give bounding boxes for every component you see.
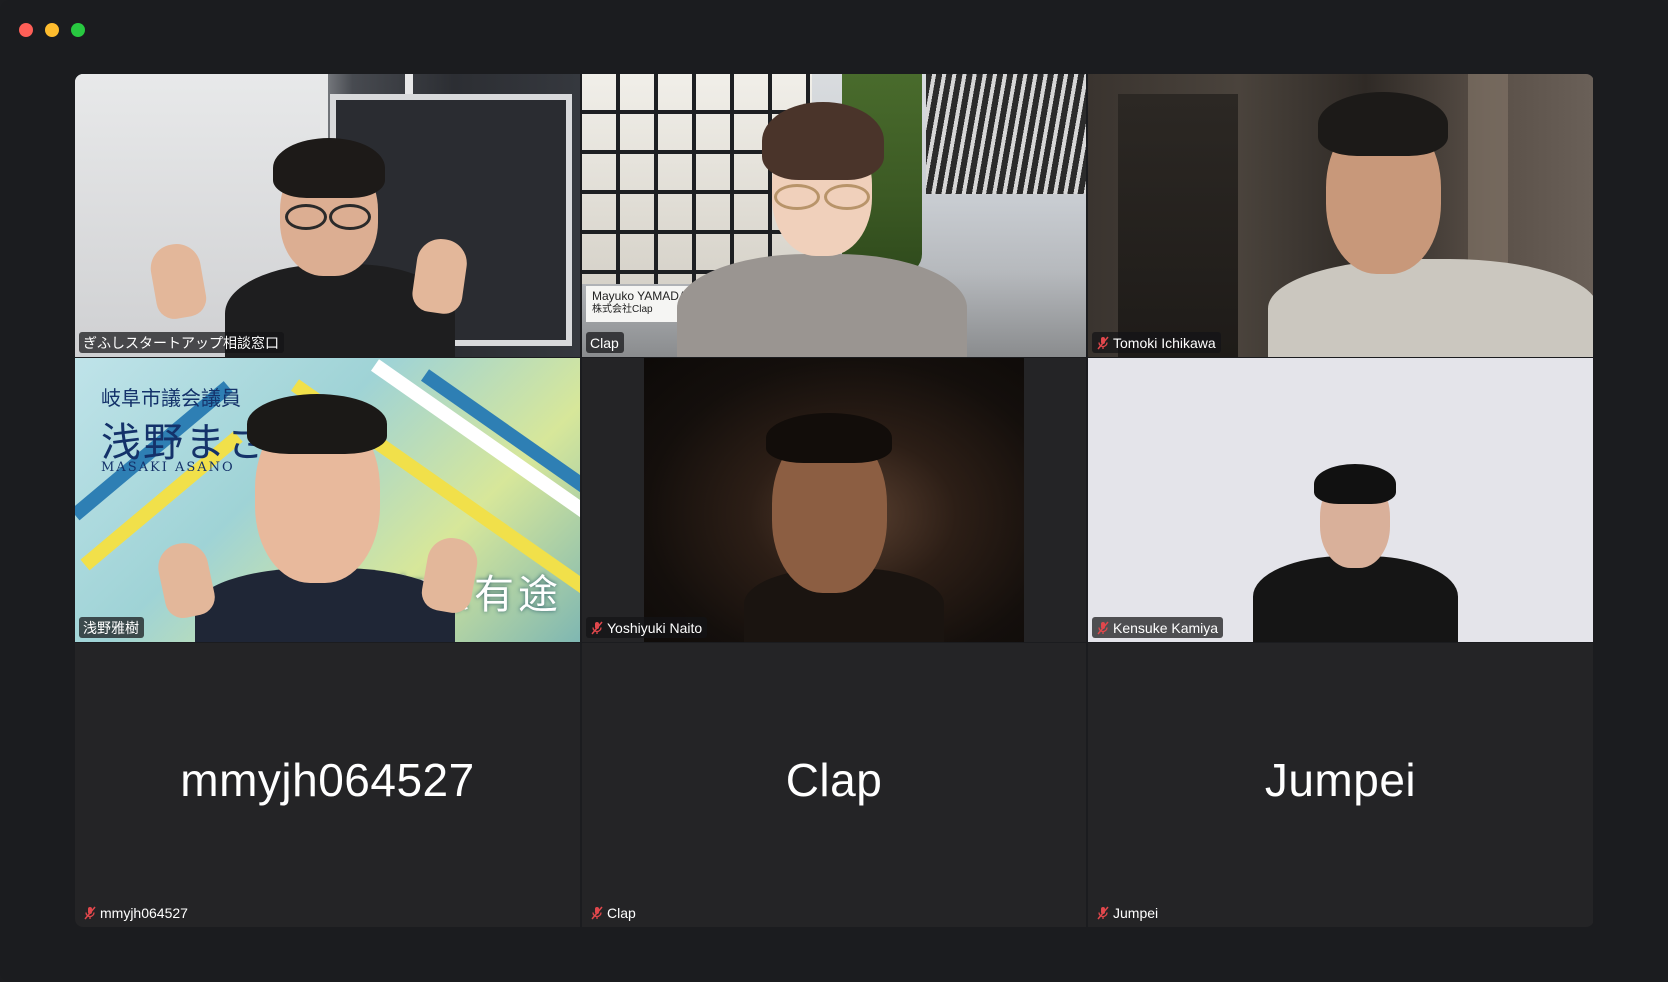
video-feed bbox=[582, 358, 1086, 642]
participant-name-tag: Kensuke Kamiya bbox=[1092, 617, 1224, 638]
participant-name-tag: Clap bbox=[586, 332, 624, 353]
video-feed-virtual-background: 岐阜市議会議員 浅野まさき MASAKI ASANO 有志有途 bbox=[75, 358, 580, 642]
participant-name: Jumpei bbox=[1113, 905, 1159, 921]
participant-name-tag: mmyjh064527 bbox=[79, 902, 193, 923]
video-feed: Mayuko YAMADA 株式会社Clap bbox=[582, 74, 1086, 357]
participant-name-tag: Tomoki Ichikawa bbox=[1092, 332, 1221, 353]
participant-tile-no-video[interactable]: Clap Clap bbox=[582, 643, 1086, 927]
participant-display-name: mmyjh064527 bbox=[180, 754, 475, 806]
video-feed bbox=[1088, 358, 1593, 642]
participant-tile[interactable]: 岐阜市議会議員 浅野まさき MASAKI ASANO 有志有途 浅野雅樹 bbox=[75, 358, 580, 642]
participant-name-tag: ぎふしスタートアップ相談窓口 bbox=[79, 332, 284, 353]
background-romaji: MASAKI ASANO bbox=[101, 460, 235, 475]
mic-off-icon bbox=[1097, 336, 1109, 350]
participant-display-name: Clap bbox=[785, 754, 883, 806]
mic-off-icon bbox=[591, 906, 603, 920]
participant-name-tag: 浅野雅樹 bbox=[79, 617, 144, 638]
participant-name-tag: Jumpei bbox=[1092, 902, 1163, 923]
gallery-grid: ぎふしスタートアップ相談窓口 Mayuko YAMADA 株式会社Clap Cl… bbox=[75, 74, 1594, 927]
window-controls bbox=[19, 23, 85, 37]
maximize-window-button[interactable] bbox=[71, 23, 85, 37]
participant-tile[interactable]: Kensuke Kamiya bbox=[1088, 358, 1593, 642]
participant-tile[interactable]: Yoshiyuki Naito bbox=[582, 358, 1086, 642]
meeting-window: ぎふしスタートアップ相談窓口 Mayuko YAMADA 株式会社Clap Cl… bbox=[0, 0, 1668, 982]
close-window-button[interactable] bbox=[19, 23, 33, 37]
participant-name: Clap bbox=[607, 905, 636, 921]
participant-tile[interactable]: ぎふしスタートアップ相談窓口 bbox=[75, 74, 580, 357]
participant-name: 浅野雅樹 bbox=[83, 620, 139, 636]
participant-name: Kensuke Kamiya bbox=[1113, 620, 1219, 636]
background-title-small: 岐阜市議会議員 bbox=[101, 386, 241, 410]
participant-tile-active-speaker[interactable]: Mayuko YAMADA 株式会社Clap Clap bbox=[582, 74, 1086, 357]
participant-tile-no-video[interactable]: mmyjh064527 mmyjh064527 bbox=[75, 643, 580, 927]
participant-name: ぎふしスタートアップ相談窓口 bbox=[83, 335, 279, 351]
mic-off-icon bbox=[84, 906, 96, 920]
participant-tile-no-video[interactable]: Jumpei Jumpei bbox=[1088, 643, 1593, 927]
participant-name-tag: Clap bbox=[586, 902, 641, 923]
participant-name: Clap bbox=[590, 335, 619, 351]
participant-name-tag: Yoshiyuki Naito bbox=[586, 617, 708, 638]
participant-name: mmyjh064527 bbox=[100, 905, 188, 921]
participant-display-name: Jumpei bbox=[1264, 754, 1417, 806]
video-feed bbox=[75, 74, 580, 357]
mic-off-icon bbox=[1097, 906, 1109, 920]
mic-off-icon bbox=[591, 621, 603, 635]
video-feed bbox=[1088, 74, 1593, 357]
participant-name: Yoshiyuki Naito bbox=[607, 620, 703, 636]
participant-tile[interactable]: Tomoki Ichikawa bbox=[1088, 74, 1593, 357]
minimize-window-button[interactable] bbox=[45, 23, 59, 37]
participant-name: Tomoki Ichikawa bbox=[1113, 335, 1216, 351]
mic-off-icon bbox=[1097, 621, 1109, 635]
